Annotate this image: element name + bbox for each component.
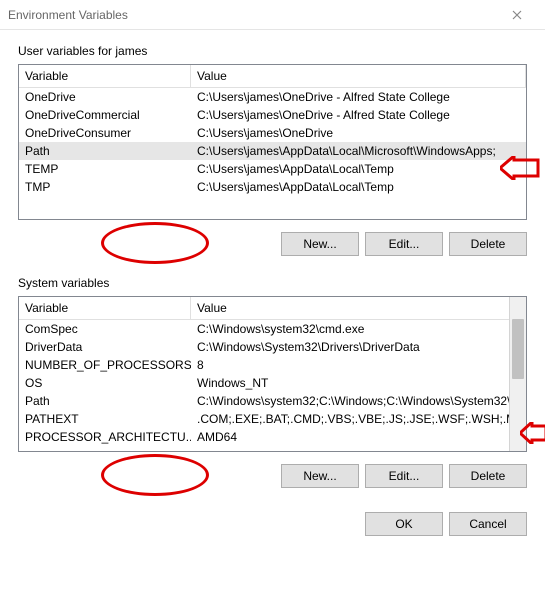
new-button[interactable]: New...: [281, 464, 359, 488]
table-row[interactable]: NUMBER_OF_PROCESSORS8: [19, 356, 526, 374]
user-vars-header: Variable Value: [19, 65, 526, 88]
new-button[interactable]: New...: [281, 232, 359, 256]
table-row[interactable]: ComSpecC:\Windows\system32\cmd.exe: [19, 320, 526, 338]
table-row[interactable]: OSWindows_NT: [19, 374, 526, 392]
table-row[interactable]: OneDriveConsumerC:\Users\james\OneDrive: [19, 124, 526, 142]
user-vars-buttons: New... Edit... Delete: [18, 232, 527, 256]
table-row[interactable]: DriverDataC:\Windows\System32\Drivers\Dr…: [19, 338, 526, 356]
ok-button[interactable]: OK: [365, 512, 443, 536]
scroll-thumb[interactable]: [512, 319, 524, 379]
table-row[interactable]: PROCESSOR_ARCHITECTU...AMD64: [19, 428, 526, 446]
col-value[interactable]: Value: [191, 65, 526, 87]
col-variable[interactable]: Variable: [19, 65, 191, 87]
edit-button[interactable]: Edit...: [365, 464, 443, 488]
system-vars-label: System variables: [18, 276, 527, 290]
table-row[interactable]: OneDriveC:\Users\james\OneDrive - Alfred…: [19, 88, 526, 106]
system-vars-buttons: New... Edit... Delete: [18, 464, 527, 488]
table-row[interactable]: OneDriveCommercialC:\Users\james\OneDriv…: [19, 106, 526, 124]
edit-button[interactable]: Edit...: [365, 232, 443, 256]
col-value[interactable]: Value: [191, 297, 526, 319]
table-row[interactable]: PATHEXT.COM;.EXE;.BAT;.CMD;.VBS;.VBE;.JS…: [19, 410, 526, 428]
table-row[interactable]: TEMPC:\Users\james\AppData\Local\Temp: [19, 160, 526, 178]
scrollbar[interactable]: [509, 297, 526, 451]
user-vars-label: User variables for james: [18, 44, 527, 58]
titlebar: Environment Variables: [0, 0, 545, 30]
delete-button[interactable]: Delete: [449, 232, 527, 256]
window-title: Environment Variables: [8, 8, 497, 22]
table-row-path[interactable]: PathC:\Windows\system32;C:\Windows;C:\Wi…: [19, 392, 526, 410]
col-variable[interactable]: Variable: [19, 297, 191, 319]
system-vars-header: Variable Value: [19, 297, 526, 320]
system-vars-list[interactable]: Variable Value ComSpecC:\Windows\system3…: [18, 296, 527, 452]
table-row-path[interactable]: PathC:\Users\james\AppData\Local\Microso…: [19, 142, 526, 160]
delete-button[interactable]: Delete: [449, 464, 527, 488]
annotation-oval: [101, 454, 209, 496]
close-icon[interactable]: [497, 1, 537, 29]
table-row[interactable]: TMPC:\Users\james\AppData\Local\Temp: [19, 178, 526, 196]
cancel-button[interactable]: Cancel: [449, 512, 527, 536]
footer-buttons: OK Cancel: [0, 502, 545, 550]
user-vars-list[interactable]: Variable Value OneDriveC:\Users\james\On…: [18, 64, 527, 220]
